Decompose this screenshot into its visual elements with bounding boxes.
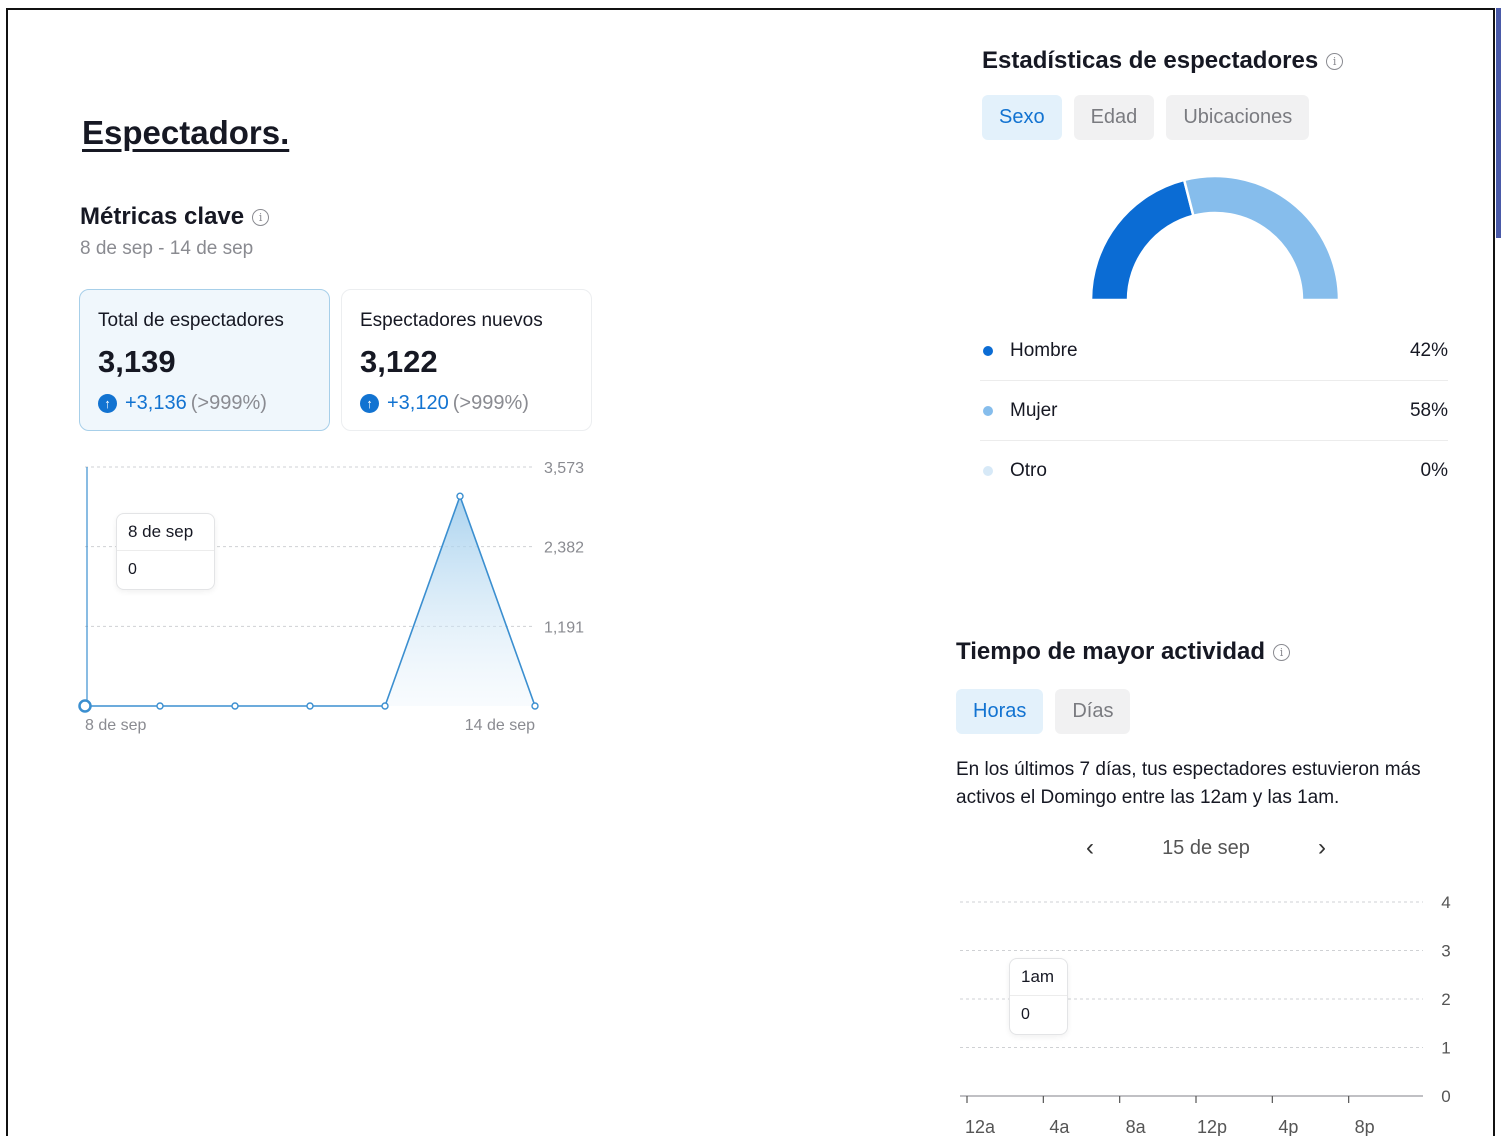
x-tick-label: 8p: [1355, 1117, 1375, 1136]
y-tick-label: 0: [1441, 1087, 1450, 1106]
legend-label: Otro: [1010, 460, 1047, 481]
x-tick-label: 4p: [1278, 1117, 1298, 1136]
legend-row-otro: Otro 0%: [980, 441, 1448, 501]
legend-dot: [983, 345, 993, 356]
legend-dot: [983, 405, 993, 416]
page-title: Espectadors.: [82, 114, 290, 151]
info-icon[interactable]: i: [252, 208, 270, 226]
donut-slice: [1182, 174, 1341, 302]
tooltip-label: 1am: [1010, 959, 1067, 996]
key-metrics-title-text: Métricas clave: [80, 203, 245, 230]
date-pager: ‹ 15 de sep ›: [1076, 830, 1336, 866]
metric-card-value: 3,139: [98, 344, 176, 379]
key-metrics-title: Métricas clave i: [80, 203, 270, 231]
legend-row-hombre: Hombre 42%: [980, 321, 1448, 381]
donut-slice: [1089, 178, 1195, 302]
data-point: [231, 702, 239, 710]
x-tick-label: 8 de sep: [85, 717, 146, 734]
info-icon[interactable]: i: [1273, 643, 1290, 661]
data-point: [78, 699, 92, 713]
chevron-right-icon[interactable]: ›: [1308, 834, 1336, 862]
gender-semi-donut-chart: [1089, 174, 1341, 302]
tooltip-value: 0: [128, 561, 137, 578]
y-tick-label: 2: [1441, 990, 1450, 1009]
hours-chart-tooltip: 1am 0: [1009, 958, 1068, 1035]
delta-value: +3,136: [125, 392, 187, 414]
peak-activity-title-text: Tiempo de mayor actividad: [956, 638, 1265, 665]
viewers-line-chart[interactable]: 1,191 2,382 3,573 8 de sep 14 de sep: [70, 450, 610, 750]
metric-card-total-viewers[interactable]: Total de espectadores 3,139 ↑ +3,136 (>9…: [79, 289, 330, 431]
tab-dias[interactable]: Días: [1055, 689, 1131, 734]
x-tick-label: 14 de sep: [465, 717, 535, 734]
y-tick-label: 1,191: [544, 619, 584, 636]
tooltip-label: 8 de sep: [117, 514, 214, 551]
legend-percent: 0%: [1420, 460, 1448, 481]
peak-activity-tabs: Horas Días: [956, 689, 1131, 734]
y-tick-label: 4: [1441, 893, 1450, 912]
data-point: [306, 702, 314, 710]
arrow-up-icon: ↑: [360, 394, 379, 413]
tab-horas[interactable]: Horas: [956, 689, 1044, 734]
x-tick-label: 12p: [1197, 1117, 1227, 1136]
legend-label: Mujer: [1010, 399, 1058, 421]
chart-tooltip: 8 de sep 0: [116, 513, 215, 590]
viewer-stats-tabs: Sexo Edad Ubicaciones: [982, 95, 1310, 140]
data-point: [381, 702, 389, 710]
chevron-left-icon[interactable]: ‹: [1076, 834, 1104, 862]
metric-card-title: Total de espectadores: [98, 310, 284, 331]
legend-percent: 58%: [1409, 399, 1448, 421]
delta-value: +3,120: [387, 392, 449, 414]
legend-percent: 42%: [1409, 339, 1448, 361]
y-tick-label: 3: [1441, 942, 1450, 961]
delta-percent: (>999%): [190, 392, 267, 414]
x-tick-label: 8a: [1126, 1117, 1147, 1136]
viewer-stats-title-text: Estadísticas de espectadores: [982, 47, 1319, 74]
peak-activity-description: En los últimos 7 días, tus espectadores …: [956, 759, 1421, 808]
tab-edad[interactable]: Edad: [1073, 95, 1155, 140]
pager-date: 15 de sep: [1162, 836, 1250, 859]
data-point: [456, 492, 464, 500]
metric-card-value: 3,122: [360, 344, 438, 379]
metric-card-new-viewers[interactable]: Espectadores nuevos 3,122 ↑ +3,120 (>999…: [341, 289, 592, 431]
legend-dot: [983, 466, 993, 476]
metric-card-title: Espectadores nuevos: [360, 310, 543, 331]
peak-activity-title: Tiempo de mayor actividad i: [956, 638, 1290, 666]
data-point: [156, 702, 164, 710]
tab-sexo[interactable]: Sexo: [982, 95, 1062, 140]
info-icon[interactable]: i: [1326, 52, 1344, 70]
x-tick-label: 4a: [1049, 1117, 1070, 1136]
y-tick-label: 2,382: [544, 540, 584, 557]
legend-row-mujer: Mujer 58%: [980, 381, 1448, 441]
delta-percent: (>999%): [452, 392, 529, 414]
tooltip-value: 0: [1021, 1006, 1030, 1023]
y-tick-label: 3,573: [544, 460, 584, 477]
tab-ubicaciones[interactable]: Ubicaciones: [1166, 95, 1310, 140]
y-tick-label: 1: [1441, 1039, 1450, 1058]
date-range: 8 de sep - 14 de sep: [80, 238, 254, 259]
viewer-stats-title: Estadísticas de espectadores i: [982, 47, 1344, 75]
metric-card-delta: ↑ +3,136 (>999%): [98, 392, 311, 415]
x-tick-label: 12a: [965, 1117, 996, 1136]
edge-accent: [1496, 8, 1501, 238]
arrow-up-icon: ↑: [98, 394, 117, 413]
legend-label: Hombre: [1010, 339, 1078, 361]
data-point: [531, 702, 539, 710]
metric-card-delta: ↑ +3,120 (>999%): [360, 392, 573, 415]
